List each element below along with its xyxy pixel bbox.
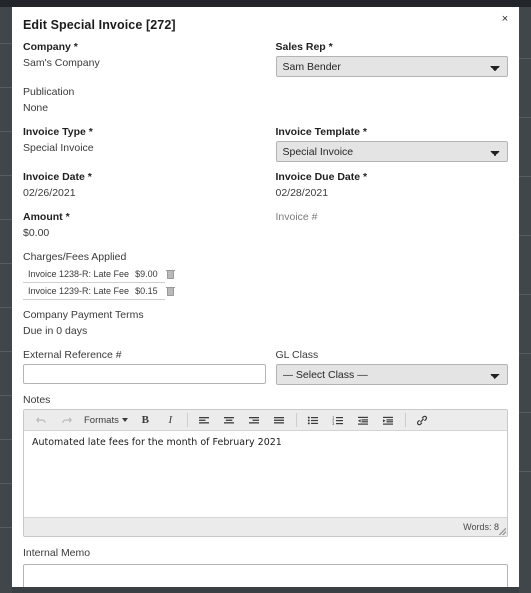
field-gl-class: GL Class — Select Class — [266,349,508,385]
svg-text:3: 3 [333,421,335,425]
invoice-template-select[interactable]: Special Invoice [275,141,508,162]
internal-memo-label: Internal Memo [23,547,91,559]
field-invoice-due-date: Invoice Due Date * 02/28/2021 [266,171,509,200]
charges-label: Charges/Fees Applied [23,251,127,263]
publication-label: Publication [23,86,75,98]
invoice-date-value: 02/26/2021 [23,187,76,199]
gl-class-label: GL Class [275,349,319,361]
field-notes: Notes Formats B I 1 2 3 Automated late f… [23,394,508,537]
charge-amount: $9.00 [135,269,158,279]
row-publication: Publication None [23,86,508,115]
sales-rep-select[interactable]: Sam Bender [275,56,508,77]
field-invoice-number: Invoice # [266,211,509,240]
field-company: Company * Sam's Company [23,41,266,77]
row-amount-invoiceno: Amount * $0.00 Invoice # [23,211,508,240]
field-external-reference: External Reference # [23,349,266,385]
align-center-icon[interactable] [217,412,242,429]
edit-special-invoice-modal: × Edit Special Invoice [272] Company * S… [12,7,519,587]
modal-body: Edit Special Invoice [272] Company * Sam… [12,7,519,587]
payment-terms-value: Due in 0 days [23,325,88,337]
trash-icon[interactable] [165,269,175,279]
top-bar [0,0,531,7]
invoice-type-value: Special Invoice [23,142,94,154]
align-left-icon[interactable] [192,412,217,429]
redo-icon[interactable] [54,412,79,429]
formats-dropdown[interactable]: Formats [79,415,133,426]
field-invoice-type: Invoice Type * Special Invoice [23,126,266,162]
notes-input[interactable]: Automated late fees for the month of Feb… [24,431,507,517]
gl-class-select[interactable]: — Select Class — [275,364,508,385]
chevron-down-icon [121,418,128,422]
field-sales-rep: Sales Rep * Sam Bender [266,41,508,77]
italic-icon[interactable]: I [158,412,183,429]
sales-rep-label: Sales Rep * [275,41,333,53]
numbered-list-icon[interactable]: 123 [326,412,351,429]
external-reference-label: External Reference # [23,349,122,361]
payment-terms-label: Company Payment Terms [23,309,144,321]
close-icon[interactable]: × [498,12,512,26]
charge-amount: $0.15 [135,286,158,296]
field-invoice-template: Invoice Template * Special Invoice [266,126,508,162]
align-justify-icon[interactable] [267,412,292,429]
row-dates: Invoice Date * 02/26/2021 Invoice Due Da… [23,171,508,200]
field-invoice-date: Invoice Date * 02/26/2021 [23,171,266,200]
bold-icon[interactable]: B [133,412,158,429]
invoice-type-label: Invoice Type * [23,126,93,138]
row-extref-glclass: External Reference # GL Class — Select C… [23,349,508,385]
page-backdrop-right [519,0,531,593]
company-value: Sam's Company [23,57,100,69]
undo-icon[interactable] [29,412,54,429]
editor-toolbar: Formats B I 1 2 3 [24,410,507,431]
outdent-icon[interactable] [351,412,376,429]
amount-label: Amount * [23,211,70,223]
invoice-number-label: Invoice # [275,211,318,223]
field-payment-terms: Company Payment Terms Due in 0 days [23,309,508,338]
publication-value: None [23,102,49,114]
notes-editor: Formats B I 1 2 3 Automated late fees fo… [23,409,508,537]
row-type-template: Invoice Type * Special Invoice Invoice T… [23,126,508,162]
align-right-icon[interactable] [242,412,267,429]
word-count: Words: 8 [463,522,499,532]
formats-label: Formats [84,414,119,426]
internal-memo-input[interactable] [23,564,508,587]
external-reference-input[interactable] [23,364,266,384]
amount-value: $0.00 [23,227,50,239]
company-label: Company * [23,41,78,53]
charges-list: Invoice 1238-R: Late Fee $9.00 Invoice 1… [23,266,508,300]
indent-icon[interactable] [376,412,401,429]
page-title: Edit Special Invoice [272] [23,18,176,32]
charges-section: Charges/Fees Applied Invoice 1238-R: Lat… [23,251,508,300]
invoice-due-date-value: 02/28/2021 [275,187,329,199]
invoice-due-date-label: Invoice Due Date * [275,171,368,183]
field-publication: Publication None [23,86,266,115]
charge-description: Invoice 1238-R: Late Fee [28,269,130,279]
field-internal-memo: Internal Memo [23,547,508,587]
bullet-list-icon[interactable] [301,412,326,429]
field-amount: Amount * $0.00 [23,211,266,240]
table-row: Invoice 1238-R: Late Fee $9.00 [23,266,175,283]
trash-icon[interactable] [165,286,175,296]
link-icon[interactable] [410,412,435,429]
page-backdrop-left [0,0,12,593]
resize-grip[interactable] [499,528,506,535]
editor-status-bar: Words: 8 [24,517,507,536]
screen: × Edit Special Invoice [272] Company * S… [0,0,531,593]
charge-description: Invoice 1239-R: Late Fee [28,286,130,296]
notes-label: Notes [23,394,51,406]
table-row: Invoice 1239-R: Late Fee $0.15 [23,283,175,300]
invoice-date-label: Invoice Date * [23,171,92,183]
row-company-salesrep: Company * Sam's Company Sales Rep * Sam … [23,41,508,77]
invoice-template-label: Invoice Template * [275,126,367,138]
